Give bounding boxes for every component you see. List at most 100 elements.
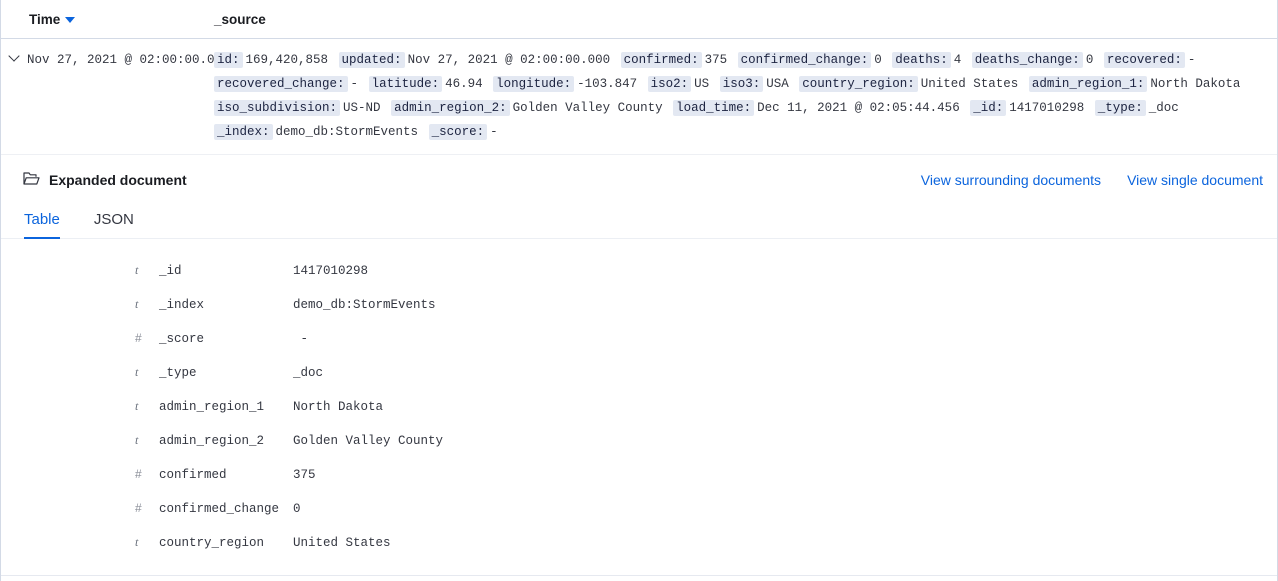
expanded-document-actions: View surrounding documents View single d…: [921, 172, 1263, 188]
number-field-type-icon: #: [135, 501, 142, 515]
field-row: # confirmed_change 0: [1, 491, 1277, 525]
field-value: Golden Valley County: [293, 434, 444, 448]
source-field: _score: -: [428, 124, 498, 140]
source-field-value: Golden Valley County: [512, 101, 663, 115]
source-field-value: -: [490, 125, 498, 139]
document-field-table: t _id 1417010298 t _index demo_db:StormEvents…: [1, 253, 1277, 559]
cell-time: Nov 27, 2021 @ 02:00:00.000: [27, 53, 230, 67]
source-field-key: id:: [214, 52, 243, 68]
source-field: deaths: 4: [892, 52, 961, 68]
column-header-time-label: Time: [29, 11, 61, 27]
source-field-key: recovered:: [1103, 52, 1185, 68]
source-field-key: admin_region_2:: [391, 100, 510, 116]
source-field: id: 169,420,858: [214, 52, 329, 68]
document-detail-panel: Time _source Nov 27, 2021 @ 02:00:00.000…: [0, 0, 1278, 581]
field-name: _score: [159, 332, 205, 346]
tab-table[interactable]: Table: [24, 205, 60, 239]
field-name: admin_region_1: [159, 400, 265, 414]
field-value: United States: [293, 536, 391, 550]
column-header-time[interactable]: Time: [1, 12, 214, 27]
source-field-value: 0: [1085, 53, 1094, 67]
panel-bottom-divider: [1, 575, 1277, 576]
cell-source: id: 169,420,858 updated: Nov 27, 2021 @ 02…: [214, 48, 1277, 144]
source-field-value: -: [350, 77, 359, 91]
field-name: admin_region_2: [159, 434, 265, 448]
source-field-key: country_region:: [799, 76, 918, 92]
expanded-document-title: Expanded document: [23, 171, 187, 189]
view-single-document-link[interactable]: View single document: [1127, 172, 1263, 188]
source-field-key: admin_region_1:: [1028, 76, 1148, 92]
tab-json[interactable]: JSON: [94, 205, 134, 239]
field-row: t admin_region_2 Golden Valley County: [1, 423, 1277, 457]
field-value: 1417010298: [293, 264, 369, 278]
folder-open-icon: [23, 171, 40, 189]
source-field-key: iso_subdivision:: [214, 100, 341, 116]
source-field-value: 0: [874, 53, 882, 67]
source-field: updated: Nov 27, 2021 @ 02:00:00.000: [338, 52, 611, 68]
table-row: Nov 27, 2021 @ 02:00:00.000 id: 169,420,8…: [1, 39, 1277, 144]
expanded-document-title-label: Expanded document: [49, 172, 187, 188]
source-field-value: Nov 27, 2021 @ 02:00:00.000: [407, 53, 611, 67]
source-field-key: _id:: [970, 100, 1007, 116]
source-field: deaths_change: 0: [971, 52, 1094, 68]
source-field-key: load_time:: [673, 100, 755, 116]
source-field: confirmed_change: 0: [737, 52, 882, 68]
source-field-value: -103.847: [577, 77, 638, 91]
field-name: confirmed: [159, 468, 227, 482]
expanded-document-tabs: Table JSON: [1, 205, 1277, 239]
source-field: iso3: USA: [719, 76, 789, 92]
field-value: 375: [293, 468, 316, 482]
source-field-key: confirmed_change:: [737, 52, 872, 68]
source-field-key: updated:: [338, 52, 405, 68]
number-field-type-icon: #: [135, 467, 142, 481]
string-field-type-icon: t: [135, 263, 139, 277]
source-field-value: United States: [920, 77, 1019, 91]
field-row: t admin_region_1 North Dakota: [1, 389, 1277, 423]
field-value: -: [293, 332, 309, 346]
source-field: recovered: -: [1103, 52, 1195, 68]
source-field: latitude: 46.94: [368, 76, 483, 92]
string-field-type-icon: t: [135, 399, 139, 413]
view-surrounding-documents-link[interactable]: View surrounding documents: [921, 172, 1101, 188]
source-field-key: _index:: [214, 124, 273, 140]
field-value: 0: [293, 502, 301, 516]
expand-toggle[interactable]: [1, 48, 27, 62]
source-field: _index: demo_db:StormEvents: [214, 124, 419, 140]
source-field: load_time: Dec 11, 2021 @ 02:05:44.456: [673, 100, 960, 116]
source-field-key: iso2:: [647, 76, 692, 92]
source-field: _type: _doc: [1094, 100, 1179, 116]
source-field-key: _score:: [428, 124, 488, 140]
column-header-source[interactable]: _source: [214, 12, 266, 27]
field-row: t _id 1417010298: [1, 253, 1277, 287]
source-field: admin_region_1: North Dakota: [1028, 76, 1241, 92]
expanded-document-header: Expanded document View surrounding docum…: [1, 155, 1277, 189]
source-field-key: longitude:: [493, 76, 575, 92]
source-field: _id: 1417010298: [970, 100, 1084, 116]
field-row: # _score -: [1, 321, 1277, 355]
sort-desc-caret-icon[interactable]: [65, 17, 76, 23]
source-field-value: 375: [704, 53, 728, 67]
source-field-key: _type:: [1094, 100, 1146, 116]
source-field-value: demo_db:StormEvents: [275, 125, 419, 139]
source-field: country_region: United States: [799, 76, 1019, 92]
source-field-key: deaths_change:: [971, 52, 1083, 68]
field-value: _doc: [293, 366, 324, 380]
source-field-value: North Dakota: [1150, 77, 1241, 91]
source-field: confirmed: 375: [620, 52, 728, 68]
source-field-value: US: [694, 77, 710, 91]
source-field-value: 169,420,858: [245, 53, 329, 67]
source-field: admin_region_2: Golden Valley County: [391, 100, 663, 116]
field-row: t _type _doc: [1, 355, 1277, 389]
source-field: recovered_change: -: [214, 76, 359, 92]
source-field-value: USA: [766, 77, 789, 91]
source-field: longitude: -103.847: [493, 76, 638, 92]
field-name: _index: [159, 298, 205, 312]
field-row: t country_region United States: [1, 525, 1277, 559]
source-field-key: confirmed:: [620, 52, 702, 68]
field-row: t _index demo_db:StormEvents: [1, 287, 1277, 321]
source-field: iso2: US: [647, 76, 710, 92]
column-header-source-label: _source: [214, 11, 266, 27]
source-field-key: latitude:: [368, 76, 443, 92]
chevron-down-icon[interactable]: [9, 51, 20, 62]
field-row: # confirmed 375: [1, 457, 1277, 491]
